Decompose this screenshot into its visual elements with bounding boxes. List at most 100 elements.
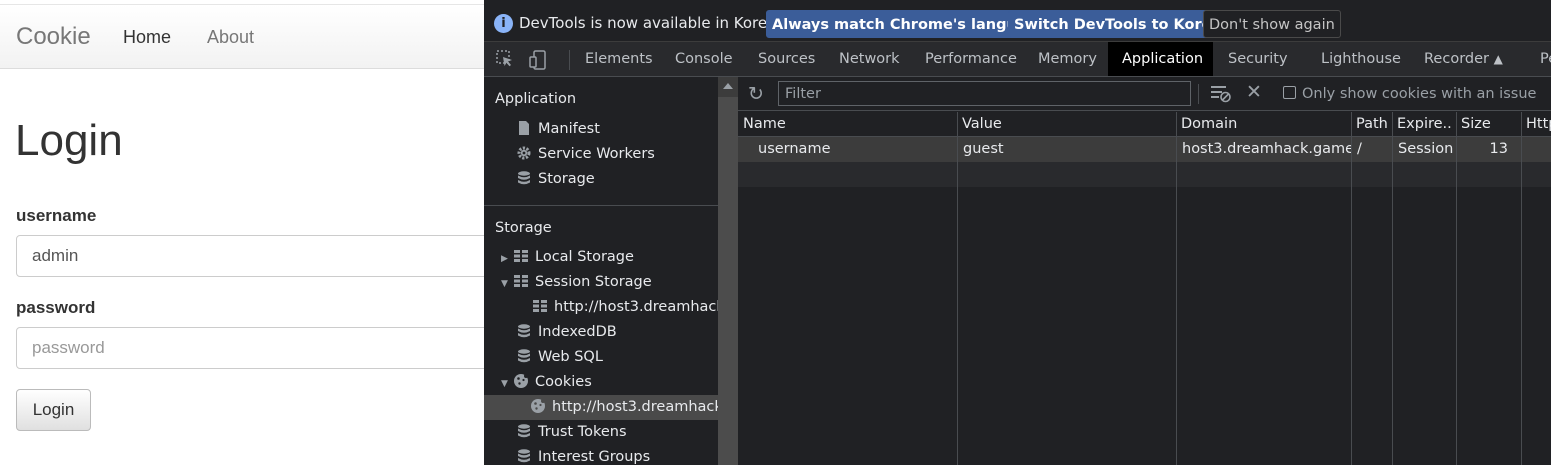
login-button[interactable]: Login [16, 389, 91, 431]
gear-icon [517, 146, 531, 160]
table-icon [514, 275, 528, 287]
col-header-http[interactable]: Http [1521, 112, 1551, 136]
sidebar-item-label: Manifest [538, 121, 600, 137]
sidebar-item-label: http://host3.dreamhack.g [552, 399, 737, 415]
tab-elements[interactable]: Elements [571, 42, 667, 76]
sidebar-divider [484, 205, 718, 206]
database-icon [518, 349, 530, 363]
scroll-up-arrow-icon[interactable] [723, 83, 733, 89]
col-header-name[interactable]: Name [738, 112, 957, 136]
cookies-toolbar: ↻ ✕ Only show cookies with an issue [738, 77, 1551, 111]
cell-name[interactable]: username [752, 137, 957, 162]
col-header-expires[interactable]: Expire.. [1392, 112, 1456, 136]
tab-performance[interactable]: Performance [911, 42, 1031, 76]
column-divider[interactable] [1392, 112, 1393, 465]
tab-console[interactable]: Console [661, 42, 747, 76]
column-divider[interactable] [1176, 112, 1177, 465]
cell-domain[interactable]: host3.dreamhack.games [1176, 137, 1351, 162]
language-infobar: i DevTools is now available in Korean! A… [484, 4, 1551, 42]
col-header-domain[interactable]: Domain [1176, 112, 1351, 136]
column-divider[interactable] [1351, 112, 1352, 465]
sidebar-scrollbar[interactable] [718, 77, 738, 465]
column-divider[interactable] [1521, 112, 1522, 465]
sidebar-item-trust-tokens[interactable]: Trust Tokens [516, 420, 627, 445]
table-row[interactable]: username guest host3.dreamhack.games / S… [738, 137, 1551, 162]
col-header-value[interactable]: Value [957, 112, 1176, 136]
sidebar-item-label: Interest Groups [538, 449, 651, 465]
sidebar-item-label: Trust Tokens [538, 424, 627, 440]
filter-input[interactable] [778, 81, 1191, 106]
device-toolbar-icon[interactable] [529, 50, 547, 74]
collapse-arrow-icon[interactable]: ▼ [501, 272, 513, 297]
password-input[interactable] [16, 327, 484, 369]
collapse-arrow-icon[interactable]: ▼ [501, 372, 513, 397]
only-issue-checkbox[interactable]: Only show cookies with an issue [1283, 86, 1536, 102]
sidebar-item-cookies[interactable]: ▼ Cookies [501, 370, 592, 395]
tab-network[interactable]: Network [825, 42, 914, 76]
tab-overflow[interactable]: Pe [1526, 42, 1551, 76]
cell-expires[interactable]: Session [1392, 137, 1456, 162]
username-label: username [16, 206, 97, 225]
sidebar-item-session-storage[interactable]: ▼ Session Storage [501, 270, 652, 295]
sidebar-item-label: Session Storage [535, 274, 652, 290]
brand-link[interactable]: Cookie [16, 23, 91, 51]
application-sidebar: Application Manifest Service Workers Sto… [484, 77, 739, 465]
tab-lighthouse[interactable]: Lighthouse [1307, 42, 1415, 76]
sidebar-item-indexeddb[interactable]: IndexedDB [516, 320, 617, 345]
file-icon [519, 121, 529, 135]
sidebar-item-local-storage[interactable]: ▶ Local Storage [501, 245, 634, 270]
table-icon [514, 250, 528, 262]
cookie-table: Name Value Domain Path Expire.. Size Htt… [738, 112, 1551, 465]
tab-sources[interactable]: Sources [744, 42, 829, 76]
refresh-icon[interactable]: ↻ [748, 83, 764, 105]
cell-size[interactable]: 13 [1456, 137, 1514, 162]
expand-arrow-icon[interactable]: ▶ [501, 247, 513, 272]
sidebar-item-session-storage-origin[interactable]: http://host3.dreamhack.g [532, 295, 739, 320]
toolbar-divider [1198, 84, 1199, 104]
col-header-size[interactable]: Size [1456, 112, 1521, 136]
tab-recorder-label: Recorder [1424, 51, 1489, 67]
sidebar-item-label: http://host3.dreamhack.g [554, 299, 739, 315]
nav-about-link[interactable]: About [207, 27, 254, 48]
tabbar-divider [569, 50, 570, 70]
sidebar-item-label: Storage [538, 171, 595, 187]
scrollbar-thumb[interactable] [718, 97, 738, 465]
clear-filtered-cookies-icon[interactable] [1210, 83, 1232, 107]
cookie-icon [531, 399, 545, 413]
inspect-element-icon[interactable] [496, 50, 514, 72]
devtools-panel: i DevTools is now available in Korean! A… [484, 0, 1551, 465]
cookies-panel: ↻ ✕ Only show cookies with an issue Name… [738, 77, 1551, 465]
column-divider[interactable] [957, 112, 958, 465]
web-page: Cookie Home About Login username passwor… [0, 0, 484, 465]
dont-show-again-button[interactable]: Don't show again [1203, 10, 1341, 38]
checkbox-box[interactable] [1283, 86, 1296, 99]
database-icon [518, 324, 530, 338]
cookie-icon [514, 374, 528, 388]
cell-value[interactable]: guest [957, 137, 1176, 162]
sidebar-item-label: Local Storage [535, 249, 634, 265]
column-divider[interactable] [1456, 112, 1457, 465]
tab-recorder[interactable]: Recorder ▲ [1410, 42, 1517, 76]
table-row-empty [738, 162, 1551, 187]
navbar: Cookie Home About [0, 4, 484, 69]
tab-application[interactable]: Application [1108, 42, 1213, 76]
cell-path[interactable]: / [1351, 137, 1392, 162]
sidebar-heading-storage: Storage [495, 220, 552, 236]
sidebar-item-interest-groups[interactable]: Interest Groups [516, 445, 650, 465]
sidebar-item-service-workers[interactable]: Service Workers [516, 142, 655, 167]
sidebar-item-label: IndexedDB [538, 324, 617, 340]
sidebar-item-label: Service Workers [538, 146, 655, 162]
col-header-path[interactable]: Path [1351, 112, 1392, 136]
sidebar-item-cookies-origin[interactable]: http://host3.dreamhack.g [484, 395, 737, 420]
sidebar-item-label: Cookies [535, 374, 592, 390]
sidebar-item-storage[interactable]: Storage [516, 167, 595, 192]
nav-home-link[interactable]: Home [123, 27, 171, 48]
sidebar-item-web-sql[interactable]: Web SQL [516, 345, 603, 370]
sidebar-item-manifest[interactable]: Manifest [516, 117, 600, 142]
username-input[interactable] [16, 235, 484, 277]
only-issue-label: Only show cookies with an issue [1302, 86, 1537, 102]
tab-memory[interactable]: Memory [1024, 42, 1111, 76]
tab-security[interactable]: Security [1214, 42, 1302, 76]
clear-all-icon[interactable]: ✕ [1246, 81, 1262, 103]
flask-icon: ▲ [1493, 52, 1503, 66]
